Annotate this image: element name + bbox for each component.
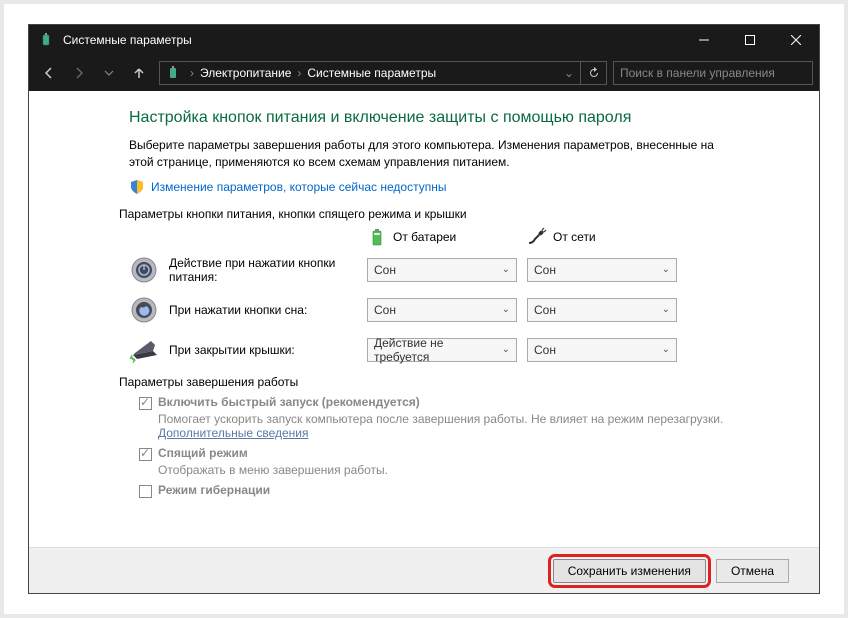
chevron-down-icon: ⌄ bbox=[502, 304, 510, 315]
chevron-down-icon: ⌄ bbox=[662, 344, 670, 355]
close-button[interactable] bbox=[773, 25, 819, 55]
maximize-button[interactable] bbox=[727, 25, 773, 55]
chevron-down-icon: ⌄ bbox=[662, 304, 670, 315]
navbar: › Электропитание › Системные параметры ⌄… bbox=[29, 55, 819, 91]
chevron-down-icon: ⌄ bbox=[502, 264, 510, 275]
chevron-down-icon: ⌄ bbox=[662, 264, 670, 275]
fast-startup-description: Помогает ускорить запуск компьютера посл… bbox=[158, 412, 729, 440]
recent-dropdown[interactable] bbox=[95, 59, 123, 87]
power-options-icon bbox=[39, 32, 55, 48]
breadcrumb-item[interactable]: Электропитание bbox=[196, 66, 295, 80]
power-options-icon bbox=[166, 65, 182, 81]
chevron-right-icon: › bbox=[188, 66, 196, 80]
titlebar: Системные параметры bbox=[29, 25, 819, 55]
back-button[interactable] bbox=[35, 59, 63, 87]
column-ac: От сети bbox=[527, 227, 687, 247]
plug-icon bbox=[527, 227, 547, 247]
minimize-button[interactable] bbox=[681, 25, 727, 55]
chevron-down-icon: ⌄ bbox=[502, 344, 510, 355]
power-button-icon bbox=[130, 256, 158, 284]
breadcrumb-item[interactable]: Системные параметры bbox=[303, 66, 440, 80]
up-button[interactable] bbox=[125, 59, 153, 87]
column-battery: От батареи bbox=[367, 227, 527, 247]
battery-icon bbox=[367, 227, 387, 247]
refresh-button[interactable] bbox=[580, 62, 606, 84]
shield-icon bbox=[129, 179, 145, 195]
save-button[interactable]: Сохранить изменения bbox=[553, 559, 706, 583]
section-heading: Параметры кнопки питания, кнопки спящего… bbox=[119, 207, 729, 221]
hibernate-checkbox[interactable] bbox=[139, 485, 152, 498]
search-placeholder: Поиск в панели управления bbox=[620, 66, 775, 80]
forward-button[interactable] bbox=[65, 59, 93, 87]
cancel-button[interactable]: Отмена bbox=[716, 559, 789, 583]
option-label: При нажатии кнопки сна: bbox=[169, 303, 367, 317]
unlock-settings-link[interactable]: Изменение параметров, которые сейчас нед… bbox=[151, 180, 447, 194]
sleep-button-ac-select[interactable]: Сон⌄ bbox=[527, 298, 677, 322]
lid-ac-select[interactable]: Сон⌄ bbox=[527, 338, 677, 362]
option-row-sleep-button: При нажатии кнопки сна: Сон⌄ Сон⌄ bbox=[129, 295, 729, 325]
sleep-label: Спящий режим bbox=[158, 446, 248, 460]
option-row-lid-close: При закрытии крышки: Действие не требует… bbox=[129, 335, 729, 365]
section-heading: Параметры завершения работы bbox=[119, 375, 729, 389]
fast-startup-checkbox[interactable] bbox=[139, 397, 152, 410]
power-button-battery-select[interactable]: Сон⌄ bbox=[367, 258, 517, 282]
window-title: Системные параметры bbox=[63, 33, 681, 47]
window: Системные параметры › Электропитание › С… bbox=[28, 24, 820, 594]
page-title: Настройка кнопок питания и включение защ… bbox=[129, 109, 729, 127]
search-input[interactable]: Поиск в панели управления bbox=[613, 61, 813, 85]
hibernate-label: Режим гибернации bbox=[158, 483, 270, 497]
power-button-ac-select[interactable]: Сон⌄ bbox=[527, 258, 677, 282]
fast-startup-label: Включить быстрый запуск (рекомендуется) bbox=[158, 395, 420, 409]
lid-battery-select[interactable]: Действие не требуется⌄ bbox=[367, 338, 517, 362]
chevron-down-icon[interactable]: ⌄ bbox=[562, 66, 580, 80]
address-bar[interactable]: › Электропитание › Системные параметры ⌄ bbox=[159, 61, 607, 85]
laptop-lid-icon bbox=[129, 337, 159, 363]
sleep-checkbox[interactable] bbox=[139, 448, 152, 461]
footer: Сохранить изменения Отмена bbox=[29, 547, 819, 593]
sleep-button-icon bbox=[130, 296, 158, 324]
chevron-right-icon: › bbox=[295, 66, 303, 80]
sleep-button-battery-select[interactable]: Сон⌄ bbox=[367, 298, 517, 322]
content-area: Настройка кнопок питания и включение защ… bbox=[29, 91, 819, 547]
option-label: При закрытии крышки: bbox=[169, 343, 367, 357]
sleep-description: Отображать в меню завершения работы. bbox=[158, 463, 729, 477]
option-row-power-button: Действие при нажатии кнопки питания: Сон… bbox=[129, 255, 729, 285]
learn-more-link[interactable]: Дополнительные сведения bbox=[158, 426, 308, 440]
page-description: Выберите параметры завершения работы для… bbox=[129, 137, 729, 171]
option-label: Действие при нажатии кнопки питания: bbox=[169, 256, 367, 284]
